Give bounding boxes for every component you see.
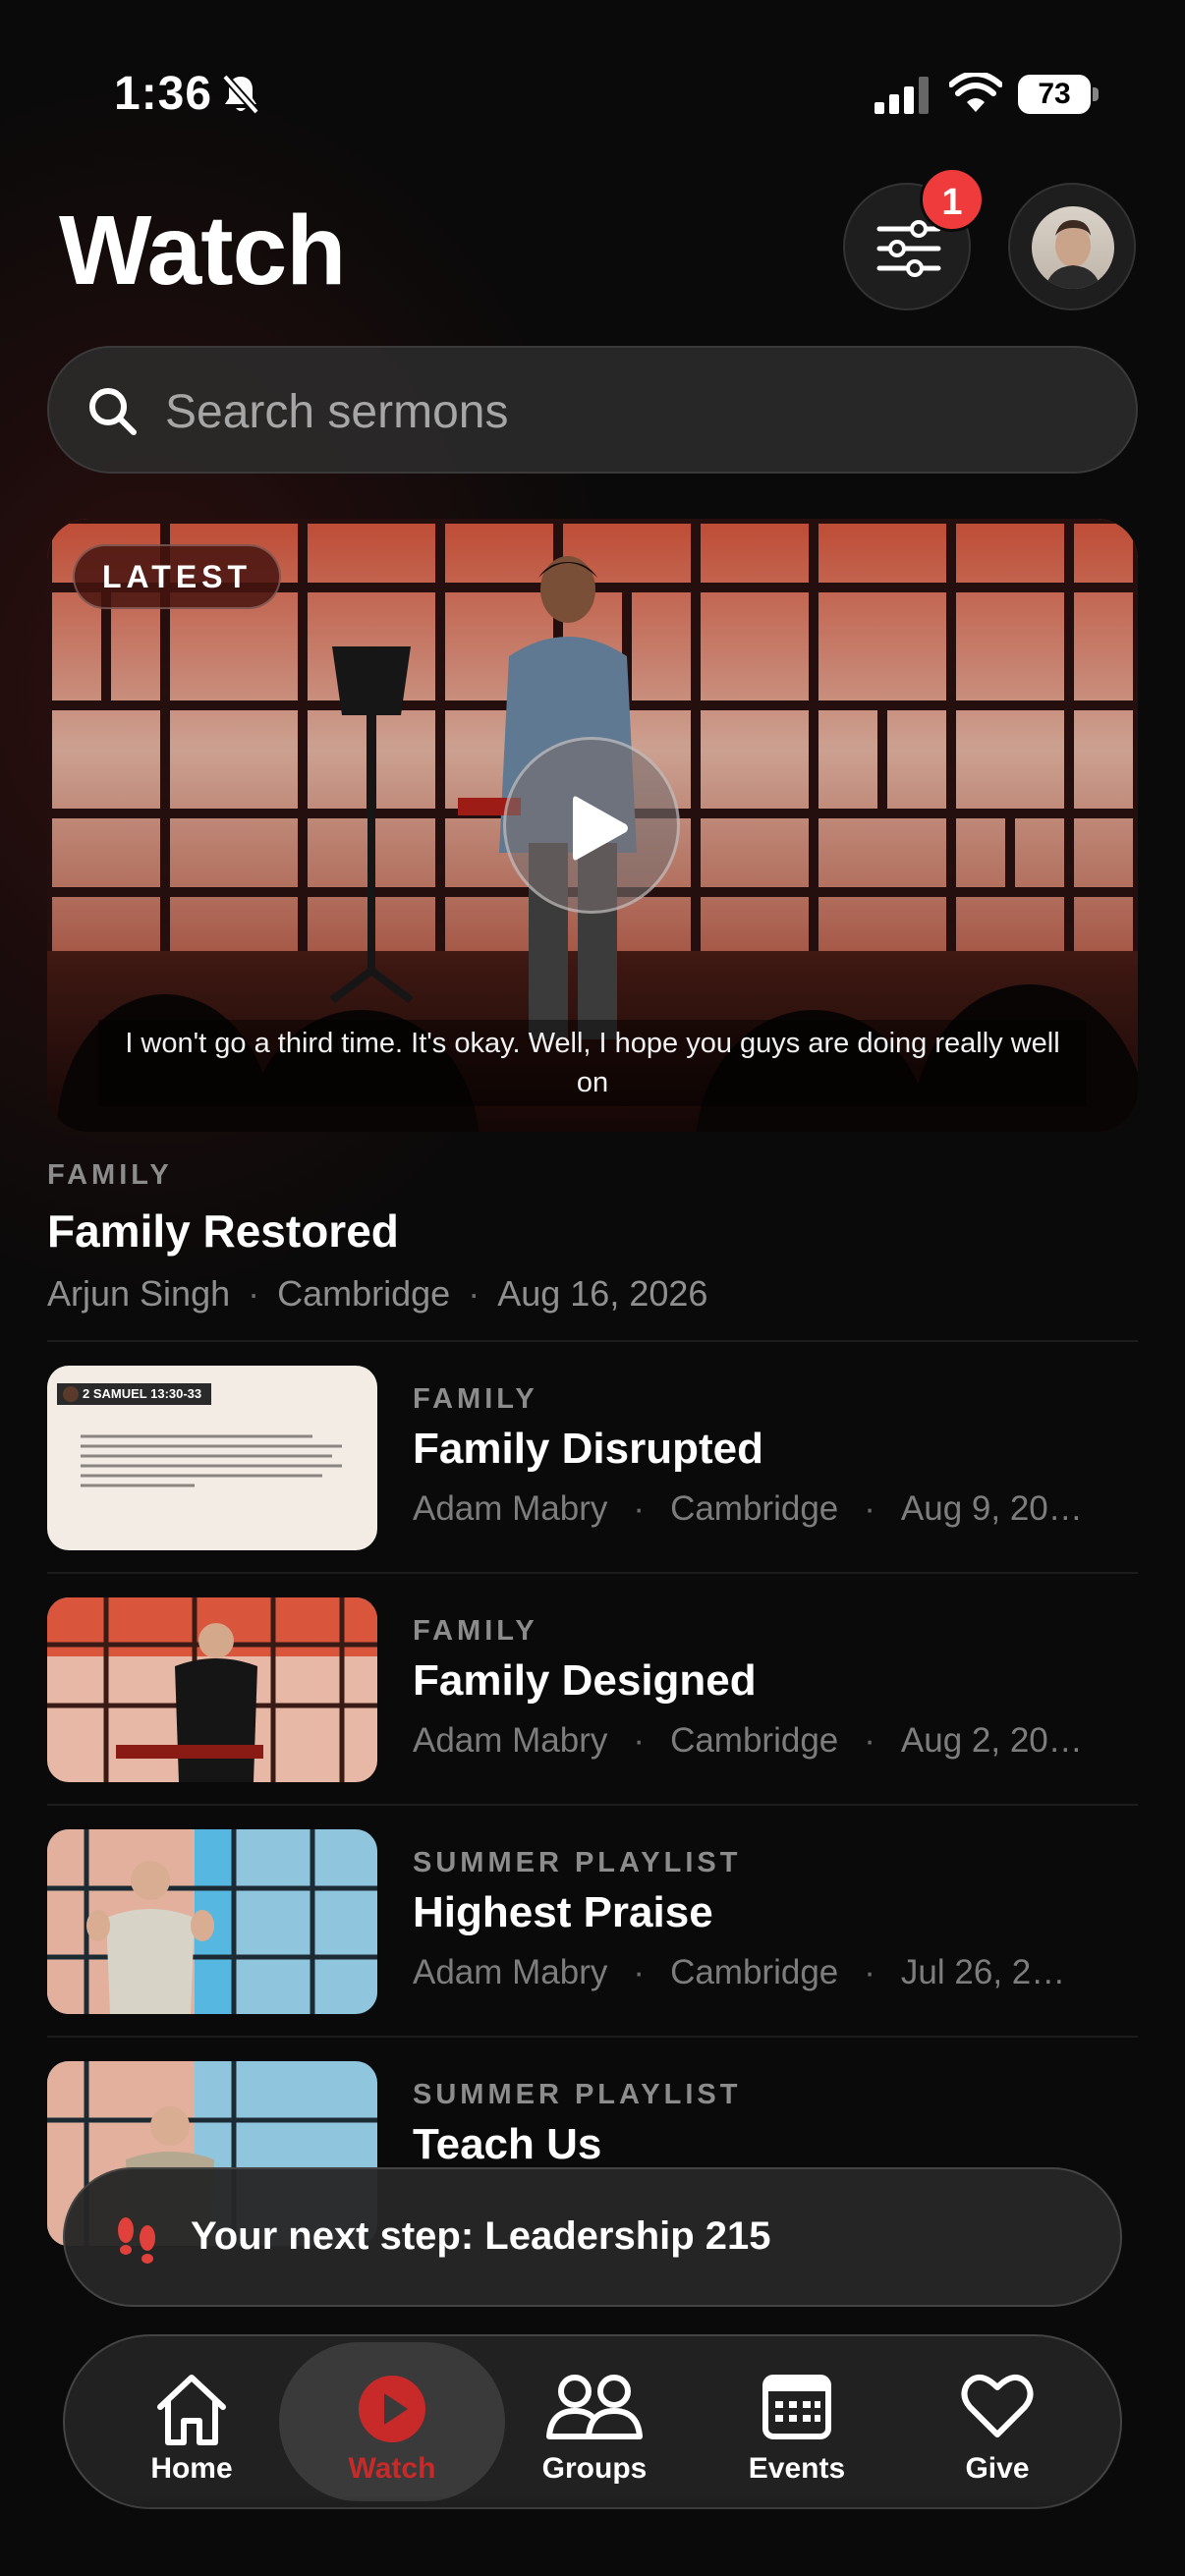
sermon-title: Teach Us (413, 2120, 602, 2168)
sermon-speaker: Adam Mabry (413, 1953, 608, 1991)
sermon-speaker: Adam Mabry (413, 1489, 608, 1528)
tab-home-label: Home (150, 2452, 233, 2485)
separator-dot: · (864, 1489, 875, 1528)
play-icon (573, 796, 628, 861)
featured-speaker: Arjun Singh (47, 1273, 231, 1314)
featured-sermon-video[interactable]: LATEST I won't go a third time. It's oka… (47, 519, 1138, 1132)
sermon-meta: Adam Mabry · Cambridge · Jul 26, 2… (413, 1953, 1138, 1992)
tab-events[interactable]: Events (684, 2342, 910, 2501)
page-title: Watch (59, 196, 346, 306)
tab-groups-label: Groups (541, 2452, 648, 2485)
home-icon (79, 2372, 305, 2450)
sermon-title: Family Disrupted (413, 1425, 763, 1473)
avatar (1032, 206, 1114, 289)
tab-give-label: Give (965, 2452, 1030, 2485)
scripture-text-lines (63, 1386, 342, 1487)
sermon-thumbnail: 2 SAMUEL 13:30-33 (47, 1366, 377, 1550)
sermon-row[interactable]: 2 SAMUEL 13:30-33 FAMILY Family Disrupte… (47, 1340, 1138, 1572)
play-circle-icon (279, 2372, 505, 2450)
separator-dot: · (633, 1953, 646, 1991)
next-step-text: Your next step: Leadership 215 (191, 2214, 771, 2258)
sermon-title: Family Designed (413, 1656, 757, 1705)
tab-groups[interactable]: Groups (481, 2342, 707, 2501)
featured-campus: Cambridge (277, 1273, 451, 1314)
sermon-campus: Cambridge (670, 1489, 839, 1528)
separator-dot: · (864, 1953, 875, 1991)
latest-badge: LATEST (73, 544, 282, 609)
calendar-icon (684, 2372, 910, 2450)
featured-category: FAMILY (47, 1159, 173, 1191)
sermon-campus: Cambridge (670, 1953, 839, 1991)
heart-icon (884, 2372, 1110, 2450)
separator-dot: · (864, 1721, 875, 1760)
search-icon (89, 388, 137, 435)
battery-nub (1093, 87, 1099, 101)
battery-level: 73 (1018, 75, 1091, 114)
sermon-category: SUMMER PLAYLIST (413, 2079, 742, 2110)
search-bar[interactable] (47, 346, 1138, 474)
search-input[interactable] (165, 377, 1049, 446)
sermon-row[interactable]: SUMMER PLAYLIST Highest Praise Adam Mabr… (47, 1804, 1138, 2036)
separator-dot: · (633, 1489, 646, 1528)
sermon-meta: Adam Mabry · Cambridge · Aug 2, 20… (413, 1721, 1138, 1761)
bottom-fade (0, 2495, 1185, 2576)
sermon-category: SUMMER PLAYLIST (413, 1847, 742, 1878)
sermon-date: Jul 26, 2… (900, 1953, 1066, 1991)
tab-give[interactable]: Give (884, 2342, 1110, 2501)
separator-dot: · (248, 1273, 260, 1314)
sermon-date: Aug 9, 20… (900, 1489, 1083, 1528)
sermon-category: FAMILY (413, 1615, 538, 1647)
sermon-thumbnail (47, 1597, 377, 1782)
next-step-banner[interactable]: Your next step: Leadership 215 (63, 2167, 1122, 2307)
battery-icon: 73 (1018, 75, 1100, 114)
bell-off-icon (221, 73, 260, 116)
tab-home[interactable]: Home (79, 2342, 305, 2501)
tab-bar: Home Watch Groups Events Give (63, 2334, 1122, 2509)
status-bar: 1:36 73 (0, 59, 1185, 138)
people-icon (481, 2372, 707, 2450)
sermon-thumbnail (47, 1829, 377, 2014)
cellular-signal-icon (875, 77, 931, 114)
status-time: 1:36 (114, 68, 213, 120)
wifi-icon (948, 71, 1003, 114)
video-caption: I won't go a third time. It's okay. Well… (98, 1020, 1087, 1106)
separator-dot: · (468, 1273, 480, 1314)
tab-events-label: Events (748, 2452, 846, 2485)
separator-dot: · (633, 1721, 646, 1760)
sermon-category: FAMILY (413, 1383, 538, 1415)
tab-watch-label: Watch (348, 2452, 436, 2485)
sermon-date: Aug 2, 20… (900, 1721, 1083, 1760)
play-button[interactable] (503, 737, 680, 914)
profile-button[interactable] (1008, 183, 1136, 310)
tab-watch[interactable]: Watch (279, 2342, 505, 2501)
notification-badge: 1 (920, 167, 985, 232)
footprints-icon (118, 2217, 155, 2264)
sermon-title: Highest Praise (413, 1888, 713, 1936)
sermon-meta: Adam Mabry · Cambridge · Aug 9, 20… (413, 1489, 1138, 1529)
sermon-speaker: Adam Mabry (413, 1721, 608, 1760)
sermon-row[interactable]: FAMILY Family Designed Adam Mabry · Cambri… (47, 1572, 1138, 1804)
sermon-campus: Cambridge (670, 1721, 839, 1760)
featured-date: Aug 16, 2026 (497, 1273, 708, 1314)
featured-meta: Arjun Singh · Cambridge · Aug 16, 2026 (47, 1273, 707, 1315)
featured-title[interactable]: Family Restored (47, 1204, 399, 1258)
